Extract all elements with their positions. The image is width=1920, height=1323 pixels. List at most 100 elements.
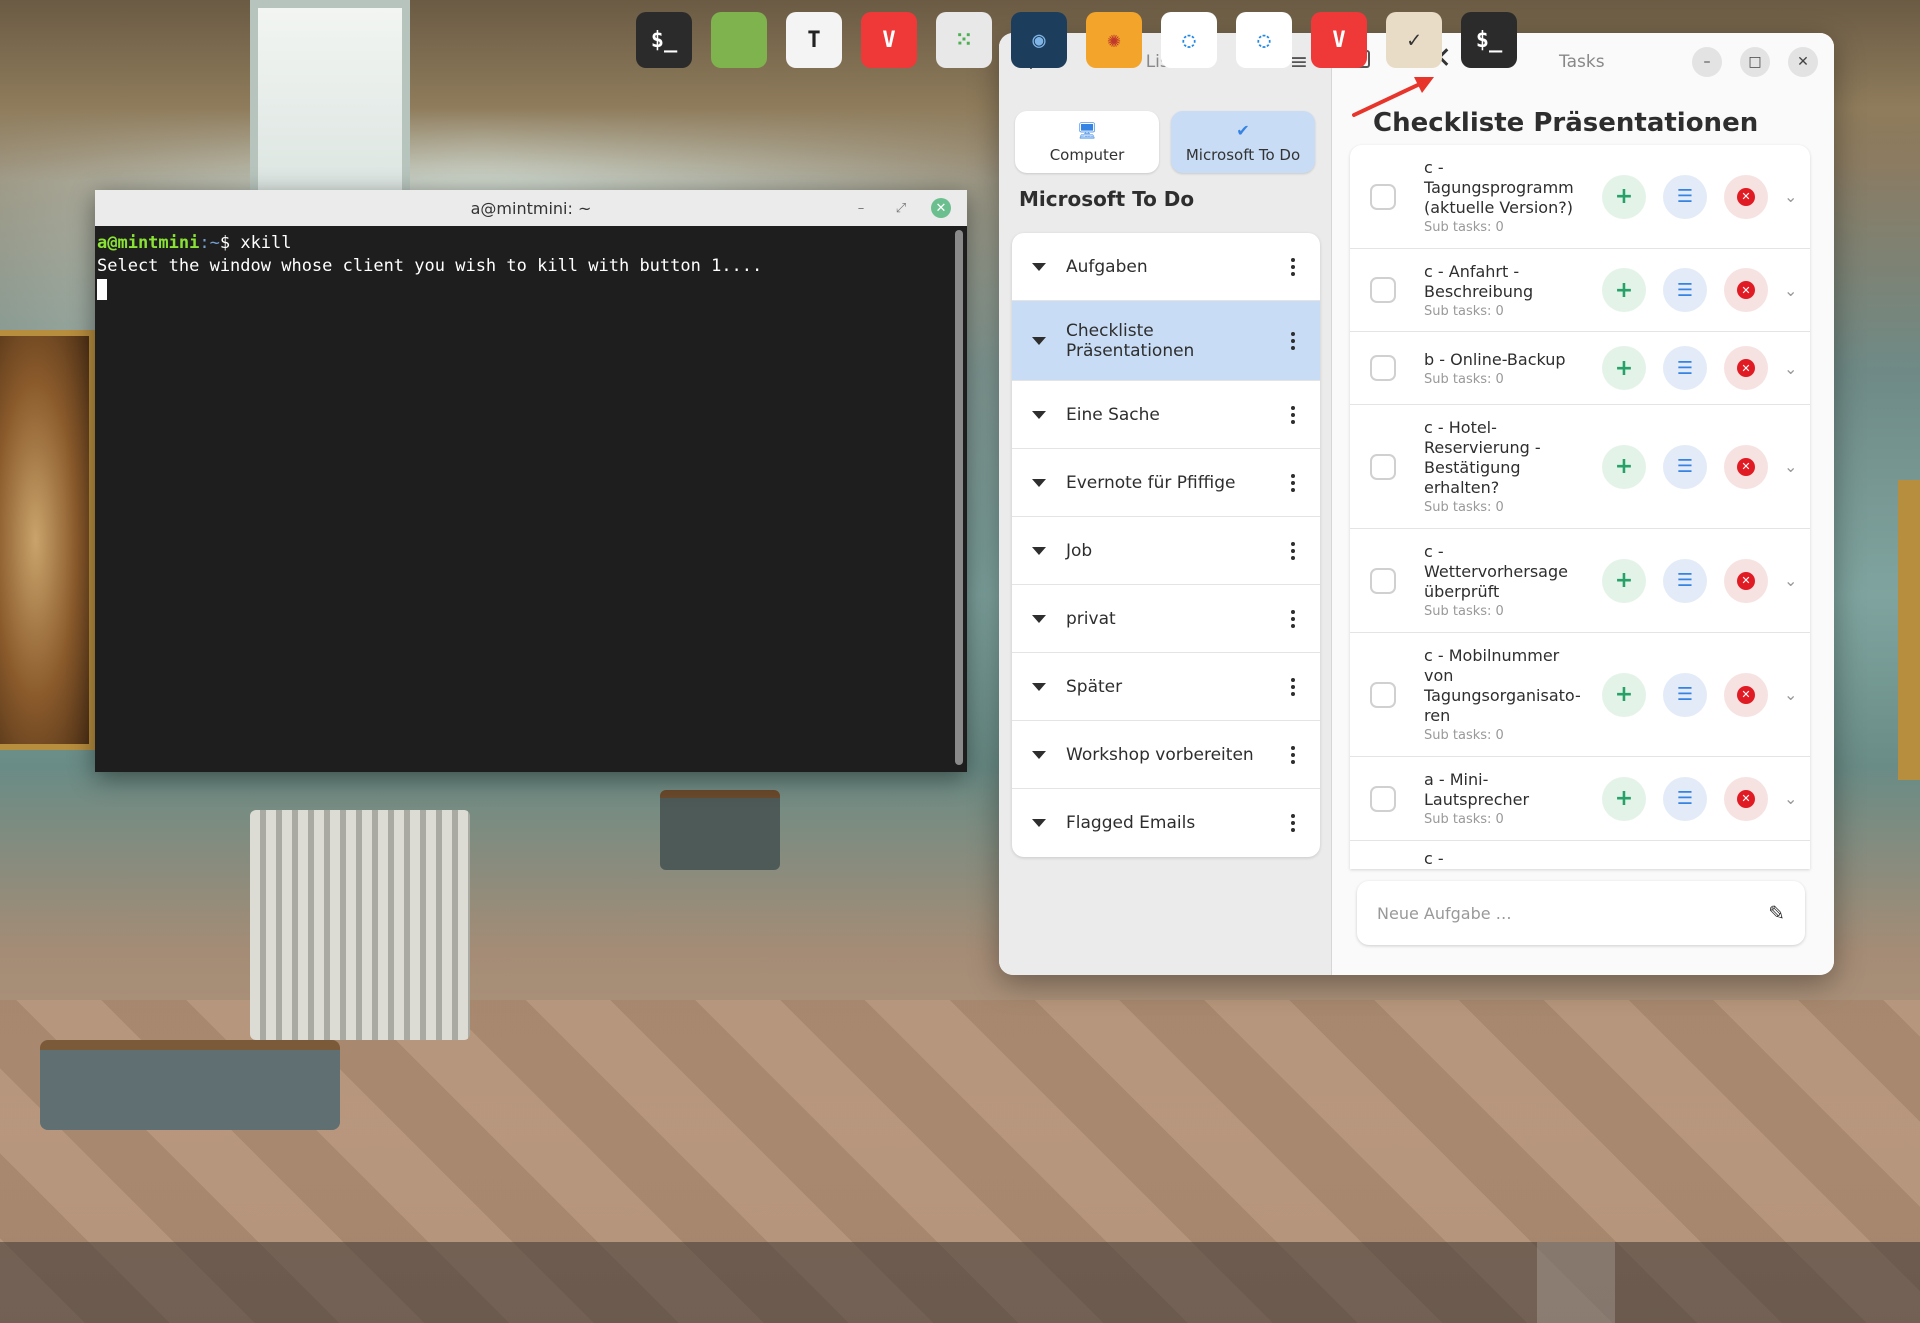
dock-vivaldi-2-icon[interactable]: V bbox=[1311, 12, 1367, 68]
task-row[interactable]: c - bbox=[1350, 841, 1810, 869]
more-options-icon[interactable] bbox=[1286, 745, 1300, 764]
terminal-scrollbar[interactable] bbox=[955, 230, 963, 765]
task-checkbox[interactable] bbox=[1370, 183, 1396, 210]
list-item-evernote[interactable]: Evernote für Pfiffige bbox=[1012, 449, 1320, 517]
dock-sync-1-icon[interactable]: ◌ bbox=[1161, 12, 1217, 68]
delete-task-icon[interactable]: ✕ bbox=[1724, 776, 1768, 821]
task-checkbox[interactable] bbox=[1370, 453, 1396, 480]
dock-sync-2-icon[interactable]: ◌ bbox=[1236, 12, 1292, 68]
terminal-output[interactable]: a@mintmini:~$ xkill Select the window wh… bbox=[95, 226, 967, 772]
pencil-icon[interactable]: ✎ bbox=[1768, 901, 1785, 925]
add-subtask-icon[interactable]: + bbox=[1602, 174, 1646, 219]
dock-text-editor-icon[interactable]: T bbox=[786, 12, 842, 68]
task-row[interactable]: b - Online-Backup Sub tasks: 0 + ☰ ✕ ⌄ bbox=[1350, 332, 1810, 405]
add-subtask-icon[interactable]: + bbox=[1602, 444, 1646, 489]
task-checkbox[interactable] bbox=[1370, 277, 1396, 303]
task-row[interactable]: c - Wettervorhersage überprüft Sub tasks:… bbox=[1350, 529, 1810, 633]
dock-xnview-icon[interactable]: ✺ bbox=[1086, 12, 1142, 68]
list-item-job[interactable]: Job bbox=[1012, 517, 1320, 585]
list-item-privat[interactable]: privat bbox=[1012, 585, 1320, 653]
tasks-app-window[interactable]: + Lists ≡ 🖥 Computer ✔ Microsoft To Do M… bbox=[999, 33, 1834, 975]
lists-pane: + Lists ≡ 🖥 Computer ✔ Microsoft To Do M… bbox=[999, 33, 1332, 975]
new-task-input[interactable] bbox=[1377, 903, 1737, 923]
add-subtask-icon[interactable]: + bbox=[1602, 346, 1646, 390]
expand-caret-icon[interactable] bbox=[1032, 750, 1046, 759]
list-item-flagged-emails[interactable]: Flagged Emails bbox=[1012, 789, 1320, 857]
task-row[interactable]: a - Mini-Lautsprecher Sub tasks: 0 + ☰ ✕ … bbox=[1350, 757, 1810, 841]
task-checkbox[interactable] bbox=[1370, 681, 1396, 708]
minimize-icon[interactable]: – bbox=[851, 198, 871, 218]
expand-caret-icon[interactable] bbox=[1032, 614, 1046, 623]
more-options-icon[interactable] bbox=[1286, 814, 1300, 832]
more-options-icon[interactable] bbox=[1286, 609, 1300, 628]
dock-terminal-icon[interactable]: $_ bbox=[636, 12, 692, 68]
provider-microsoft-to-do[interactable]: ✔ Microsoft To Do bbox=[1171, 111, 1315, 173]
terminal-titlebar[interactable]: a@mintmini: ~ – ⤢ ✕ bbox=[95, 190, 967, 226]
expand-caret-icon[interactable] bbox=[1032, 478, 1046, 487]
list-item-checkliste-praesentationen[interactable]: Checkliste Präsentationen bbox=[1012, 301, 1320, 381]
more-options-icon[interactable] bbox=[1286, 473, 1300, 492]
dock-apps-grid-icon[interactable]: ⁙ bbox=[936, 12, 992, 68]
delete-task-icon[interactable]: ✕ bbox=[1724, 444, 1768, 489]
task-subtasks: Sub tasks: 0 bbox=[1424, 303, 1504, 319]
maximize-icon[interactable]: □ bbox=[1740, 47, 1770, 77]
task-row[interactable]: c - Mobilnummer von Tagungsorganisato-re… bbox=[1350, 633, 1810, 757]
delete-task-icon[interactable]: ✕ bbox=[1724, 346, 1768, 390]
dock-lens-icon[interactable]: ◉ bbox=[1011, 12, 1067, 68]
chevron-down-icon[interactable]: ⌄ bbox=[1784, 457, 1797, 476]
delete-task-icon[interactable]: ✕ bbox=[1724, 558, 1768, 603]
subtask-list-icon[interactable]: ☰ bbox=[1663, 444, 1707, 489]
list-item-aufgaben[interactable]: Aufgaben bbox=[1012, 233, 1320, 301]
dock-terminal-2-icon[interactable]: $_ bbox=[1461, 12, 1517, 68]
subtask-list-icon[interactable]: ☰ bbox=[1663, 346, 1707, 390]
chevron-down-icon[interactable]: ⌄ bbox=[1784, 685, 1797, 704]
maximize-icon[interactable]: ⤢ bbox=[891, 198, 911, 218]
chevron-down-icon[interactable]: ⌄ bbox=[1784, 571, 1797, 590]
chevron-down-icon[interactable]: ⌄ bbox=[1784, 789, 1797, 808]
delete-task-icon[interactable]: ✕ bbox=[1724, 174, 1768, 219]
task-subtasks: Sub tasks: 0 bbox=[1424, 220, 1504, 235]
dock-files-icon[interactable] bbox=[711, 12, 767, 68]
task-row[interactable]: c - Tagungsprogramm (aktuelle Version?) S… bbox=[1350, 145, 1810, 249]
task-checkbox[interactable] bbox=[1370, 567, 1396, 594]
more-options-icon[interactable] bbox=[1286, 677, 1300, 696]
subtask-list-icon[interactable]: ☰ bbox=[1663, 776, 1707, 821]
add-subtask-icon[interactable]: + bbox=[1602, 268, 1646, 312]
add-subtask-icon[interactable]: + bbox=[1602, 672, 1646, 717]
task-row[interactable]: c - Hotel-Reservierung - Bestätigung erh… bbox=[1350, 405, 1810, 529]
expand-caret-icon[interactable] bbox=[1032, 410, 1046, 419]
task-checkbox[interactable] bbox=[1370, 785, 1396, 812]
subtask-list-icon[interactable]: ☰ bbox=[1663, 672, 1707, 717]
delete-task-icon[interactable]: ✕ bbox=[1724, 268, 1768, 312]
chevron-down-icon[interactable]: ⌄ bbox=[1784, 187, 1797, 206]
more-options-icon[interactable] bbox=[1286, 331, 1300, 350]
chevron-down-icon[interactable]: ⌄ bbox=[1784, 281, 1797, 300]
task-row[interactable]: c - Anfahrt - Beschreibung Sub tasks: 0 +… bbox=[1350, 249, 1810, 332]
expand-caret-icon[interactable] bbox=[1032, 336, 1046, 345]
close-icon[interactable]: ✕ bbox=[931, 198, 951, 218]
more-options-icon[interactable] bbox=[1286, 257, 1300, 276]
dock-vivaldi-icon[interactable]: V bbox=[861, 12, 917, 68]
list-item-spaeter[interactable]: Später bbox=[1012, 653, 1320, 721]
provider-computer[interactable]: 🖥 Computer bbox=[1015, 111, 1159, 173]
more-options-icon[interactable] bbox=[1286, 405, 1300, 424]
dock-tasks-icon[interactable]: ✓ bbox=[1386, 12, 1442, 68]
subtask-list-icon[interactable]: ☰ bbox=[1663, 268, 1707, 312]
add-subtask-icon[interactable]: + bbox=[1602, 776, 1646, 821]
delete-task-icon[interactable]: ✕ bbox=[1724, 672, 1768, 717]
add-subtask-icon[interactable]: + bbox=[1602, 558, 1646, 603]
list-item-eine-sache[interactable]: Eine Sache bbox=[1012, 381, 1320, 449]
task-checkbox[interactable] bbox=[1370, 355, 1396, 381]
list-item-workshop[interactable]: Workshop vorbereiten bbox=[1012, 721, 1320, 789]
chevron-down-icon[interactable]: ⌄ bbox=[1784, 359, 1797, 378]
subtask-list-icon[interactable]: ☰ bbox=[1663, 174, 1707, 219]
terminal-window[interactable]: a@mintmini: ~ – ⤢ ✕ a@mintmini:~$ xkill … bbox=[95, 190, 967, 772]
minimize-icon[interactable]: – bbox=[1692, 47, 1722, 77]
close-icon[interactable]: ✕ bbox=[1788, 47, 1818, 77]
expand-caret-icon[interactable] bbox=[1032, 546, 1046, 555]
subtask-list-icon[interactable]: ☰ bbox=[1663, 558, 1707, 603]
expand-caret-icon[interactable] bbox=[1032, 819, 1046, 827]
more-options-icon[interactable] bbox=[1286, 541, 1300, 560]
expand-caret-icon[interactable] bbox=[1032, 262, 1046, 271]
expand-caret-icon[interactable] bbox=[1032, 682, 1046, 691]
